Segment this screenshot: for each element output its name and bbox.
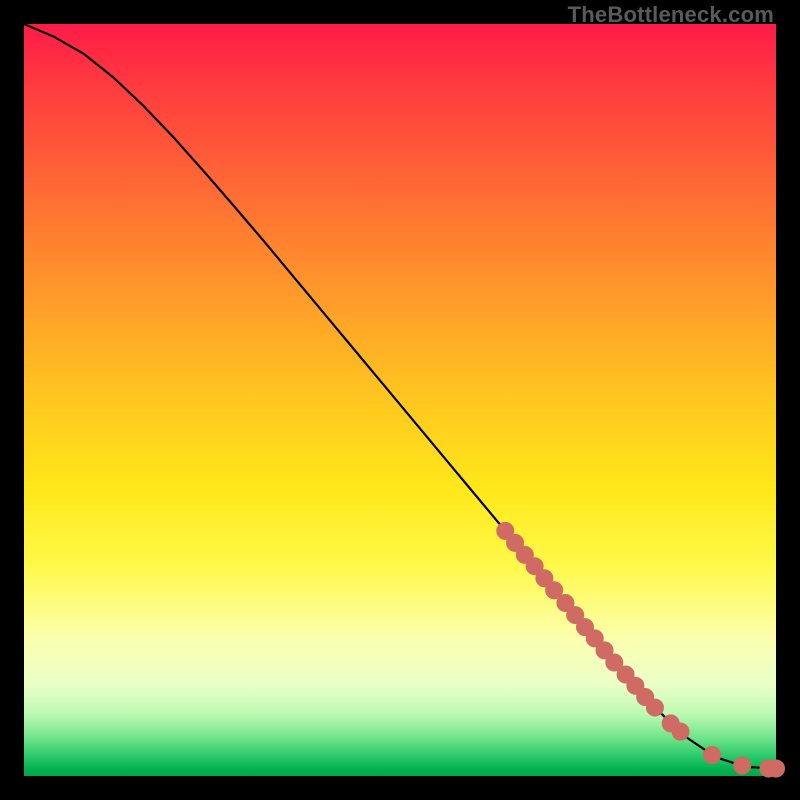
data-marker: [672, 723, 689, 740]
plot-area: [24, 24, 776, 776]
chart-svg: [24, 24, 776, 776]
data-marker: [768, 760, 785, 777]
data-marker: [734, 757, 751, 774]
marker-group: [497, 522, 785, 777]
bottleneck-curve: [24, 24, 776, 768]
data-marker: [704, 746, 721, 763]
chart-frame: TheBottleneck.com: [0, 0, 800, 800]
data-marker: [646, 699, 663, 716]
